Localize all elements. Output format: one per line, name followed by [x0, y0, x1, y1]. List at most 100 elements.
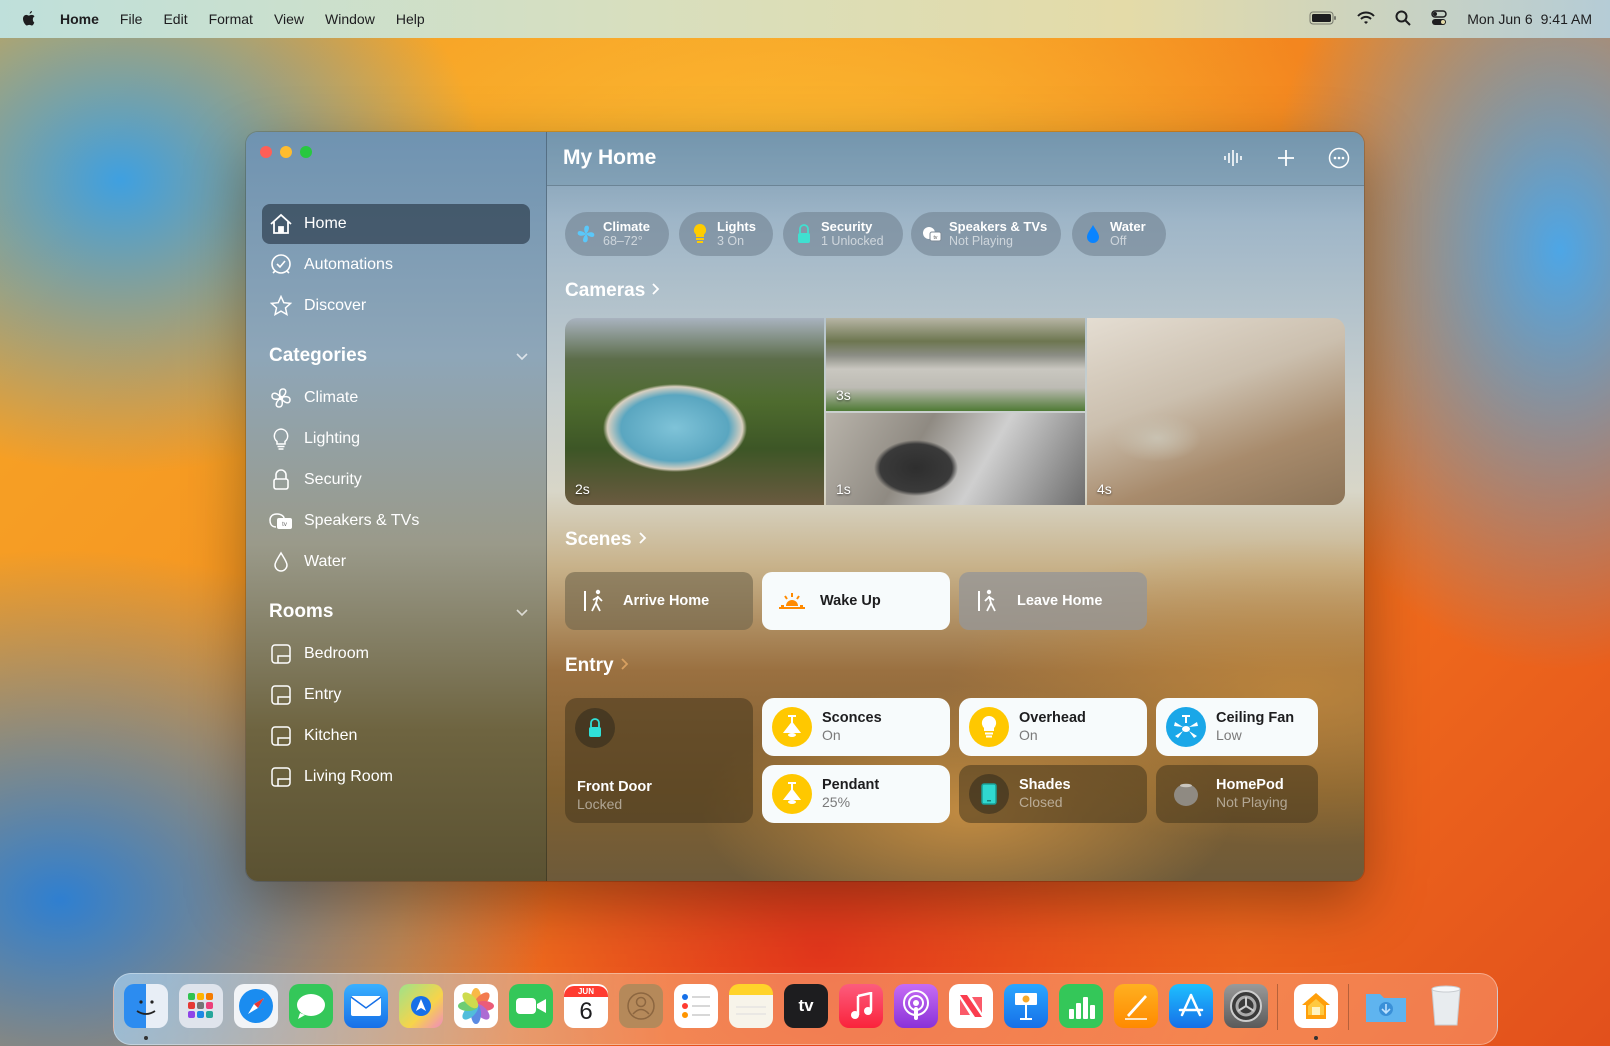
lock-open-icon — [793, 223, 815, 245]
dock-music[interactable] — [839, 984, 883, 1028]
sidebar-item-automations[interactable]: Automations — [262, 245, 530, 285]
dock-contacts[interactable] — [619, 984, 663, 1028]
dock-app-store[interactable] — [1169, 984, 1213, 1028]
accessory-overhead[interactable]: Overhead On — [959, 698, 1147, 756]
pill-title: Climate — [603, 219, 650, 234]
dock-home[interactable] — [1294, 984, 1338, 1028]
menu-bar: Home File Edit Format View Window Help M… — [0, 0, 1610, 38]
dock-keynote[interactable] — [1004, 984, 1048, 1028]
dock-reminders[interactable] — [674, 984, 718, 1028]
sidebar-item-label: Discover — [304, 297, 367, 314]
entry-header[interactable]: Entry — [565, 655, 629, 677]
close-button[interactable] — [260, 146, 272, 158]
menu-format[interactable]: Format — [209, 11, 253, 27]
control-center-icon[interactable] — [1431, 9, 1447, 29]
lightbulb-icon[interactable] — [969, 707, 1009, 747]
dock-safari[interactable] — [234, 984, 278, 1028]
homepod-icon[interactable] — [1166, 774, 1206, 814]
sidebar-item-speakers-tvs[interactable]: tv Speakers & TVs — [262, 501, 530, 541]
scene-wake-up[interactable]: Wake Up — [762, 572, 950, 630]
chevron-down-icon[interactable] — [515, 345, 529, 367]
pendant-lamp-icon[interactable] — [772, 707, 812, 747]
status-pill-security[interactable]: Security 1 Unlocked — [783, 212, 903, 256]
dock-tv[interactable]: tv — [784, 984, 828, 1028]
chevron-right-icon — [651, 280, 660, 302]
sidebar-item-discover[interactable]: Discover — [262, 286, 530, 326]
sidebar-item-living-room[interactable]: Living Room — [262, 757, 530, 797]
apple-menu-icon[interactable] — [20, 10, 38, 28]
clock-date[interactable]: Mon Jun 6 — [1467, 11, 1532, 27]
categories-header[interactable]: Categories — [269, 345, 529, 367]
chevron-down-icon[interactable] — [515, 601, 529, 623]
more-icon[interactable] — [1326, 145, 1352, 171]
sidebar-item-home[interactable]: Home — [262, 204, 530, 244]
scenes-header[interactable]: Scenes — [565, 529, 647, 551]
accessory-ceiling-fan[interactable]: Ceiling Fan Low — [1156, 698, 1318, 756]
sidebar-item-label: Lighting — [304, 430, 361, 447]
dock-photos[interactable] — [454, 984, 498, 1028]
bar-chart-icon — [1069, 997, 1095, 1019]
camera-feed-living-room[interactable]: 4s — [1087, 318, 1345, 505]
dock-mail[interactable] — [344, 984, 388, 1028]
accessory-pendant[interactable]: Pendant 25% — [762, 765, 950, 823]
fan-icon — [268, 385, 294, 411]
dock-notes[interactable] — [729, 984, 773, 1028]
search-icon[interactable] — [1395, 10, 1411, 29]
sidebar-item-entry[interactable]: Entry — [262, 675, 530, 715]
battery-icon[interactable] — [1309, 11, 1337, 28]
menu-edit[interactable]: Edit — [163, 11, 187, 27]
dock-finder[interactable] — [124, 984, 168, 1028]
rooms-header[interactable]: Rooms — [269, 601, 529, 623]
dock-facetime[interactable] — [509, 984, 553, 1028]
camera-feed-driveway[interactable]: 3s — [826, 318, 1085, 411]
status-pill-lights[interactable]: Lights 3 On — [679, 212, 773, 256]
accessory-sconces[interactable]: Sconces On — [762, 698, 950, 756]
sidebar-item-bedroom[interactable]: Bedroom — [262, 634, 530, 674]
dock-calendar[interactable]: JUN 6 — [564, 984, 608, 1028]
zoom-button[interactable] — [300, 146, 312, 158]
entry-title: Entry — [565, 655, 614, 676]
ceiling-fan-icon[interactable] — [1166, 707, 1206, 747]
cameras-header[interactable]: Cameras — [565, 280, 660, 302]
wifi-icon[interactable] — [1357, 11, 1375, 28]
dock-downloads[interactable] — [1364, 984, 1408, 1028]
shades-icon[interactable] — [969, 774, 1009, 814]
sunrise-icon — [778, 587, 806, 615]
pendant-lamp-icon[interactable] — [772, 774, 812, 814]
dock-messages[interactable] — [289, 984, 333, 1028]
sidebar-item-water[interactable]: Water — [262, 542, 530, 582]
sidebar-item-kitchen[interactable]: Kitchen — [262, 716, 530, 756]
dock-maps[interactable] — [399, 984, 443, 1028]
accessory-shades[interactable]: Shades Closed — [959, 765, 1147, 823]
camera-feed-pool[interactable]: 2s — [565, 318, 824, 505]
dock-podcasts[interactable] — [894, 984, 938, 1028]
scene-arrive-home[interactable]: Arrive Home — [565, 572, 753, 630]
accessory-homepod[interactable]: HomePod Not Playing — [1156, 765, 1318, 823]
minimize-button[interactable] — [280, 146, 292, 158]
status-pill-speakers-tvs[interactable]: tv Speakers & TVs Not Playing — [911, 212, 1061, 256]
clock-time[interactable]: 9:41 AM — [1541, 11, 1592, 27]
sidebar-item-lighting[interactable]: Lighting — [262, 419, 530, 459]
accessory-front-door[interactable]: Front Door Locked — [565, 698, 753, 823]
add-icon[interactable] — [1273, 145, 1299, 171]
dock-system-settings[interactable] — [1224, 984, 1268, 1028]
camera-feed-garage[interactable]: 1s — [826, 413, 1085, 505]
dock-launchpad[interactable] — [179, 984, 223, 1028]
camera-age-label: 2s — [575, 481, 590, 497]
menu-window[interactable]: Window — [325, 11, 375, 27]
menu-file[interactable]: File — [120, 11, 143, 27]
dock-trash[interactable] — [1424, 984, 1468, 1028]
sidebar-item-climate[interactable]: Climate — [262, 378, 530, 418]
menu-app-name[interactable]: Home — [60, 11, 99, 27]
sidebar-item-security[interactable]: Security — [262, 460, 530, 500]
intercom-waveform-icon[interactable] — [1220, 145, 1246, 171]
dock-pages[interactable] — [1114, 984, 1158, 1028]
cameras-title: Cameras — [565, 280, 646, 301]
status-pill-water[interactable]: Water Off — [1072, 212, 1166, 256]
scene-leave-home[interactable]: Leave Home — [959, 572, 1147, 630]
status-pill-climate[interactable]: Climate 68–72° — [565, 212, 669, 256]
dock-news[interactable] — [949, 984, 993, 1028]
dock-numbers[interactable] — [1059, 984, 1103, 1028]
menu-view[interactable]: View — [274, 11, 304, 27]
menu-help[interactable]: Help — [396, 11, 425, 27]
